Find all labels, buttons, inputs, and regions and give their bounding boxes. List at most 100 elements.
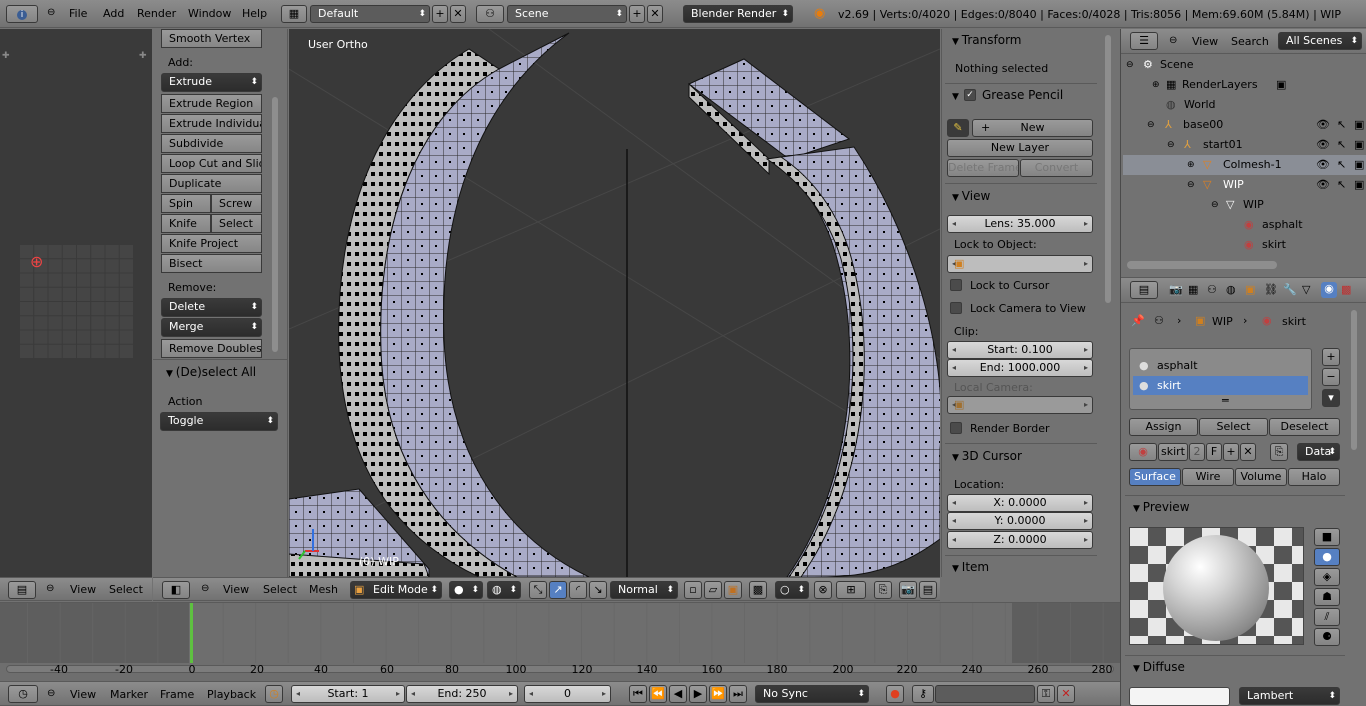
collapse-toggle-icon[interactable]: ⊖ [1211,195,1219,215]
bisect-button[interactable]: Bisect [161,254,262,273]
extrude-individual-button[interactable]: Extrude Individual [161,114,262,133]
lock-object-field[interactable]: ▣ [947,255,1093,273]
pin-icon[interactable]: 📌 [1131,314,1145,327]
opengl-render-icon[interactable]: ⎘ [874,581,892,599]
menu-mesh[interactable]: Mesh [309,583,338,596]
collapse-toggle-icon[interactable]: ⊖ [1187,175,1195,195]
edge-select-mode-icon[interactable]: ▱ [704,581,722,599]
scene-field[interactable]: Scene [507,5,627,23]
outliner-row-skirt[interactable]: ◉ skirt [1123,235,1366,255]
renderable-camera-icon[interactable]: ▣ [1354,115,1364,135]
fake-user-button[interactable]: F [1206,443,1222,461]
visibility-eye-icon[interactable]: 👁 [1316,135,1330,155]
n-panel-scrollbar[interactable] [1105,35,1111,303]
visibility-eye-icon[interactable]: 👁 [1316,175,1330,195]
copy-material-icon[interactable]: ⎘ [1270,443,1288,461]
collapse-toggle-icon[interactable]: ⊖ [1147,115,1155,135]
remove-scene-icon[interactable]: ✕ [647,5,663,23]
manipulator-toggle-icon[interactable]: ⤡ [529,581,547,599]
new-grease-pencil-button[interactable]: + New [972,119,1093,137]
wire-tab[interactable]: Wire [1182,468,1234,486]
deselect-all-panel-header[interactable]: (De)select All [166,365,256,379]
outliner-row-asphalt[interactable]: ◉ asphalt [1123,215,1366,235]
collapse-menu-icon[interactable]: ⊖ [47,688,55,699]
menu-playback[interactable]: Playback [207,688,256,701]
select-button[interactable]: Select [1199,418,1268,436]
new-layer-button[interactable]: New Layer [947,139,1093,157]
clip-end-field[interactable]: End: 1000.000 [947,359,1093,377]
expand-toggle-icon[interactable]: ⊕ [1152,75,1160,95]
limit-selection-icon[interactable]: ▩ [749,581,767,599]
outliner-type-icon[interactable]: ☰ [1130,32,1158,50]
material-name-field[interactable]: skirt [1158,443,1188,461]
loop-cut-button[interactable]: Loop Cut and Slide [161,154,262,173]
slot-specials-button[interactable]: ▾ [1322,389,1340,407]
screw-button[interactable]: Screw [211,194,262,213]
render-layers-tab-icon[interactable]: ▦ [1188,283,1204,299]
preview-sphere-icon[interactable]: ● [1314,548,1340,566]
menu-view[interactable]: View [70,583,96,596]
jump-keyframe-forward-icon[interactable]: ⏩ [709,685,727,703]
render-border-checkbox[interactable] [950,422,962,434]
assign-button[interactable]: Assign [1129,418,1198,436]
scene-icon[interactable]: ⚇ [476,5,504,23]
pivot-select[interactable]: ◍ [487,581,521,599]
menu-view[interactable]: View [1192,35,1218,48]
preview-panel-header[interactable]: Preview [1133,500,1190,514]
collapse-menu-icon[interactable]: ⊖ [1169,35,1177,46]
translate-manipulator-icon[interactable]: ↗ [549,581,567,599]
knife-project-button[interactable]: Knife Project [161,234,262,253]
rotate-manipulator-icon[interactable]: ◜ [569,581,587,599]
properties-scrollbar[interactable] [1351,310,1357,450]
list-resize-handle-icon[interactable]: ═ [1222,394,1229,407]
preview-monkey-icon[interactable]: ☗ [1314,588,1340,606]
knife-button[interactable]: Knife [161,214,211,233]
delete-keyframe-icon[interactable]: ✕ [1057,685,1075,703]
scale-manipulator-icon[interactable]: ↘ [589,581,607,599]
menu-marker[interactable]: Marker [110,688,148,701]
menu-view[interactable]: View [70,688,96,701]
selectable-cursor-icon[interactable]: ↖ [1337,155,1346,175]
material-slot-asphalt[interactable]: ● asphalt [1133,356,1308,375]
editor-type-icon[interactable]: ▤ [8,581,36,599]
outliner-row-world[interactable]: ◍ World [1123,95,1366,115]
surface-tab[interactable]: Surface [1129,468,1181,486]
start-frame-field[interactable]: Start: 1 [291,685,405,703]
material-users-button[interactable]: 2 [1189,443,1205,461]
face-select-mode-icon[interactable]: ▣ [724,581,742,599]
jump-start-icon[interactable]: ⏮ [629,685,647,703]
preview-hair-icon[interactable]: ⫽ [1314,608,1340,626]
add-screen-icon[interactable]: + [432,5,448,23]
browse-material-button[interactable]: ◉ [1129,443,1157,461]
preview-cube-icon[interactable]: ◈ [1314,568,1340,586]
menu-help[interactable]: Help [242,0,267,28]
menu-search[interactable]: Search [1231,35,1269,48]
volume-tab[interactable]: Volume [1235,468,1287,486]
convert-button[interactable]: Convert [1020,159,1093,177]
timeline-area[interactable] [0,602,1120,681]
scene-tab-icon[interactable]: ⚇ [1207,283,1223,299]
menu-window[interactable]: Window [188,0,231,28]
lock-to-cursor-checkbox[interactable] [950,279,962,291]
editor-type-3d-icon[interactable]: ◧ [162,581,190,599]
delete-frame-button[interactable]: Delete Frame [947,159,1019,177]
properties-type-icon[interactable]: ▤ [1130,281,1158,299]
lens-field[interactable]: Lens: 35.000 [947,215,1093,233]
keying-set-field[interactable] [935,685,1035,703]
render-tab-icon[interactable]: 📷 [1169,283,1185,299]
smooth-vertex-button[interactable]: Smooth Vertex [161,29,262,48]
screen-layout-icon[interactable]: ▦ [281,5,307,23]
constraints-tab-icon[interactable]: ⛓ [1264,283,1280,299]
end-frame-field[interactable]: End: 250 [406,685,518,703]
subdivide-button[interactable]: Subdivide [161,134,262,153]
outliner-row-wip-mesh[interactable]: ⊖ ▽ WIP [1123,195,1366,215]
timeline-type-icon[interactable]: ◷ [8,685,38,703]
world-tab-icon[interactable]: ◍ [1226,283,1242,299]
editor-type-info-button[interactable]: i [6,5,38,23]
expand-toggle-icon[interactable]: ⊕ [1187,155,1195,175]
lock-camera-checkbox[interactable] [950,302,962,314]
renderable-camera-icon[interactable]: ▣ [1354,135,1364,155]
renderable-camera-icon[interactable]: ▣ [1354,155,1364,175]
snap-toggle-icon[interactable]: ⊗ [814,581,832,599]
sync-mode-select[interactable]: No Sync [755,685,869,703]
